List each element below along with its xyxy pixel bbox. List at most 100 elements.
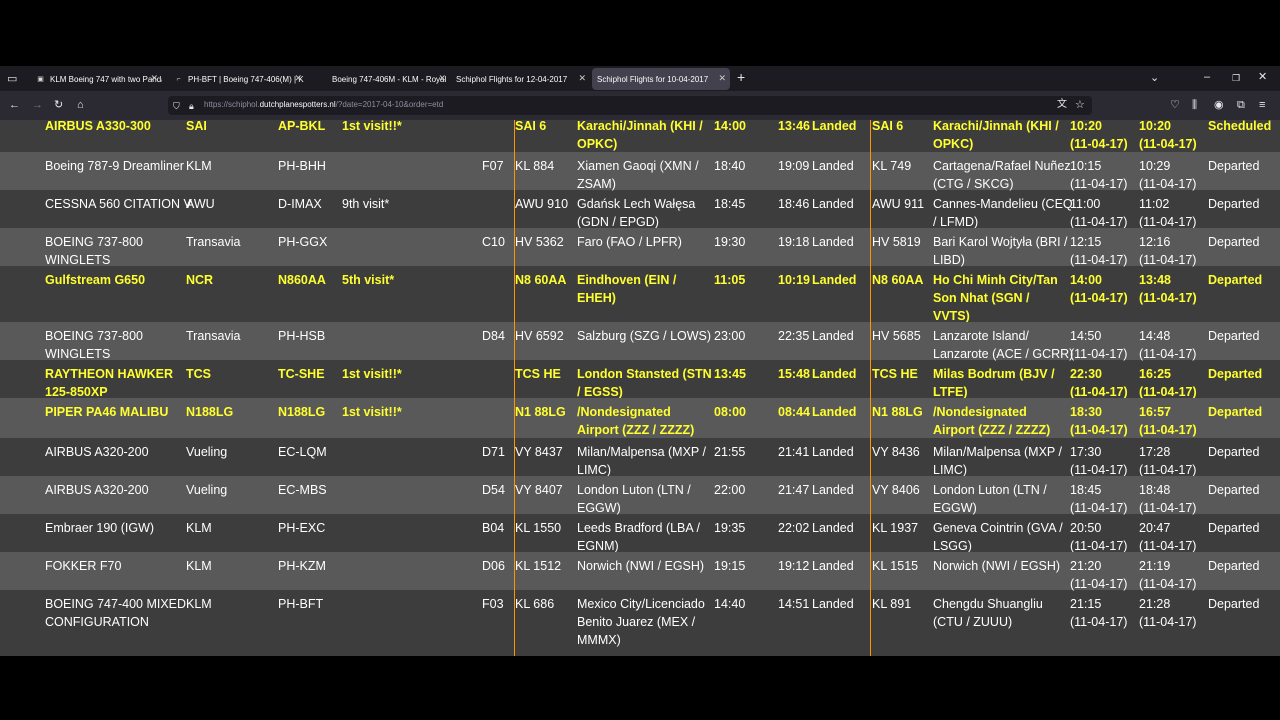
- cell-scheduled-departure: 21:15 (11-04-17): [1070, 597, 1128, 629]
- cell-actual-arrival: 19:12: [778, 559, 810, 573]
- cell-arrival-flight: KL 1550: [515, 521, 562, 535]
- menu-icon[interactable]: ≡: [1259, 99, 1265, 111]
- table-row: RAYTHEON HAWKER 125-850XP TCS TC-SHE 1st vis…: [0, 360, 1280, 399]
- cell-departure-flight: TCS HE: [872, 367, 918, 381]
- cell-departure-flight: HV 5685: [872, 329, 921, 343]
- lock-icon[interactable]: 🔒︎: [189, 100, 194, 112]
- reload-icon[interactable]: ↻: [54, 99, 63, 111]
- table-row: AIRBUS A320-200 Vueling EC-MBS D54 VY 8407 Lo…: [0, 476, 1280, 515]
- cell-departure-status: Departed: [1208, 559, 1260, 573]
- cell-origin: London Luton (LTN / EGGW): [577, 483, 691, 515]
- cell-actual-arrival: 18:46: [778, 197, 810, 211]
- browser-tab[interactable]: ⌐ PH-BFT | Boeing 747-406(M) | K ✕: [168, 68, 306, 90]
- cell-departure-status: Scheduled: [1208, 120, 1272, 133]
- cell-scheduled-departure: 20:50 (11-04-17): [1070, 521, 1128, 553]
- cell-destination: Lanzarote Island/Lanzarote (ACE / GCRR): [933, 329, 1074, 361]
- cell-destination: /Nondesignated Airport (ZZZ / ZZZZ): [933, 405, 1051, 437]
- pocket-icon[interactable]: ♡: [1170, 99, 1180, 111]
- cell-departure-status: Departed: [1208, 329, 1260, 343]
- cell-scheduled-departure: 12:15 (11-04-17): [1070, 235, 1128, 267]
- extensions-icon[interactable]: ⧉: [1237, 99, 1245, 111]
- minimize-icon[interactable]: –: [1204, 71, 1210, 83]
- cell-departure-flight: AWU 911: [872, 197, 925, 211]
- arrival-divider: [514, 120, 515, 656]
- cell-visit-count: 1st visit!!*: [342, 120, 402, 133]
- close-tab-icon[interactable]: ✕: [578, 73, 586, 84]
- cell-estimated-departure: 16:25 (11-04-17): [1139, 367, 1197, 399]
- cell-registration: PH-EXC: [278, 521, 326, 535]
- list-tabs-chevron-down-icon[interactable]: ⌄: [1150, 72, 1159, 84]
- cell-registration: EC-MBS: [278, 483, 327, 497]
- cell-aircraft-type: Embraer 190 (IGW): [45, 521, 155, 535]
- cell-actual-arrival: 14:51: [778, 597, 810, 611]
- cell-operator: AWU: [186, 197, 215, 211]
- flights-table: AIRBUS A330-300 SAI AP-BKL 1st visit!!* SAI …: [0, 120, 1280, 656]
- new-tab-icon[interactable]: +: [737, 70, 745, 84]
- browser-tab[interactable]: ▣ KLM Boeing 747 with two Panda ✕: [30, 68, 162, 90]
- cell-actual-arrival: 21:41: [778, 445, 810, 459]
- browser-tab[interactable]: Boeing 747-406M - KLM - Royal ✕: [312, 68, 450, 90]
- cell-origin: Karachi/Jinnah (KHI / OPKC): [577, 120, 703, 151]
- cell-gate: D06: [482, 559, 505, 573]
- close-tab-icon[interactable]: ✕: [150, 73, 158, 84]
- close-tab-icon[interactable]: ✕: [438, 73, 446, 84]
- cell-origin: Mexico City/Licenciado Benito Juarez (MEX…: [577, 597, 705, 647]
- klm-favicon-icon: ▣: [37, 76, 44, 83]
- cell-aircraft-type: BOEING 737-800 WINGLETS: [45, 329, 143, 361]
- cell-visit-count: 9th visit*: [342, 197, 390, 211]
- shield-icon[interactable]: ⛉: [173, 100, 180, 112]
- cell-registration: N860AA: [278, 273, 326, 287]
- cell-operator: SAI: [186, 120, 207, 133]
- account-icon[interactable]: ◉: [1214, 99, 1224, 111]
- cell-estimated-departure: 12:16 (11-04-17): [1139, 235, 1197, 267]
- cell-destination: Geneva Cointrin (GVA / LSGG): [933, 521, 1063, 553]
- cell-scheduled-departure: 14:50 (11-04-17): [1070, 329, 1128, 361]
- cell-scheduled-arrival: 08:00: [714, 405, 746, 419]
- cell-scheduled-departure: 14:00 (11-04-17): [1070, 273, 1128, 305]
- back-icon[interactable]: ←: [9, 99, 20, 111]
- cell-arrival-flight: VY 8407: [515, 483, 563, 497]
- cell-destination: Ho Chi Minh City/Tan Son Nhat (SGN / VVTS): [933, 273, 1058, 323]
- translate-icon[interactable]: 文: [1057, 99, 1067, 111]
- close-tab-icon[interactable]: ✕: [718, 73, 726, 84]
- browser-tab-active[interactable]: Schiphol Flights for 10-04-2017 ✕: [592, 68, 730, 90]
- cell-departure-flight: N8 60AA: [872, 273, 924, 287]
- cell-arrival-status: Landed: [812, 120, 857, 133]
- cell-destination: Cartagena/Rafael Nuñez (CTG / SKCG): [933, 159, 1071, 191]
- cell-arrival-flight: HV 5362: [515, 235, 564, 249]
- restore-icon[interactable]: ❐: [1232, 72, 1240, 84]
- cell-arrival-status: Landed: [812, 597, 854, 611]
- home-icon[interactable]: ⌂: [77, 99, 84, 111]
- cell-departure-status: Departed: [1208, 445, 1260, 459]
- cell-origin: Eindhoven (EIN / EHEH): [577, 273, 677, 305]
- cell-origin: Milan/Malpensa (MXP / LIMC): [577, 445, 706, 477]
- cell-aircraft-type: BOEING 747-400 MIXED CONFIGURATION: [45, 597, 187, 629]
- library-icon[interactable]: ⫼: [1192, 99, 1197, 111]
- cell-departure-status: Departed: [1208, 521, 1260, 535]
- close-tab-icon[interactable]: ✕: [294, 73, 302, 84]
- cell-destination: Chengdu Shuangliu (CTU / ZUUU): [933, 597, 1043, 629]
- cell-aircraft-type: BOEING 737-800 WINGLETS: [45, 235, 143, 267]
- cell-estimated-departure: 11:02 (11-04-17): [1139, 197, 1197, 229]
- jetphotos-favicon-icon: ⌐: [176, 75, 181, 83]
- cell-arrival-status: Landed: [812, 329, 854, 343]
- cell-operator: KLM: [186, 159, 212, 173]
- cell-destination: Norwich (NWI / EGSH): [933, 559, 1061, 573]
- bookmark-star-icon[interactable]: ☆: [1075, 99, 1085, 111]
- cell-estimated-departure: 14:48 (11-04-17): [1139, 329, 1197, 361]
- close-window-icon[interactable]: ✕: [1258, 71, 1267, 83]
- cell-actual-arrival: 08:44: [778, 405, 810, 419]
- tab-overview-icon[interactable]: ▭: [7, 73, 17, 85]
- cell-scheduled-arrival: 22:00: [714, 483, 746, 497]
- url-text[interactable]: https://schiphol.dutchplanespotters.nl/?…: [204, 100, 443, 109]
- cell-gate: D71: [482, 445, 505, 459]
- cell-actual-arrival: 13:46: [778, 120, 810, 133]
- cell-departure-status: Departed: [1208, 483, 1260, 497]
- cell-estimated-departure: 10:29 (11-04-17): [1139, 159, 1197, 191]
- cell-origin: Norwich (NWI / EGSH): [577, 559, 705, 573]
- cell-visit-count: 1st visit!!*: [342, 405, 402, 419]
- cell-registration: N188LG: [278, 405, 326, 419]
- browser-tab[interactable]: Schiphol Flights for 12-04-2017 ✕: [450, 68, 590, 90]
- cell-departure-status: Departed: [1208, 367, 1263, 381]
- forward-icon[interactable]: →: [32, 99, 43, 111]
